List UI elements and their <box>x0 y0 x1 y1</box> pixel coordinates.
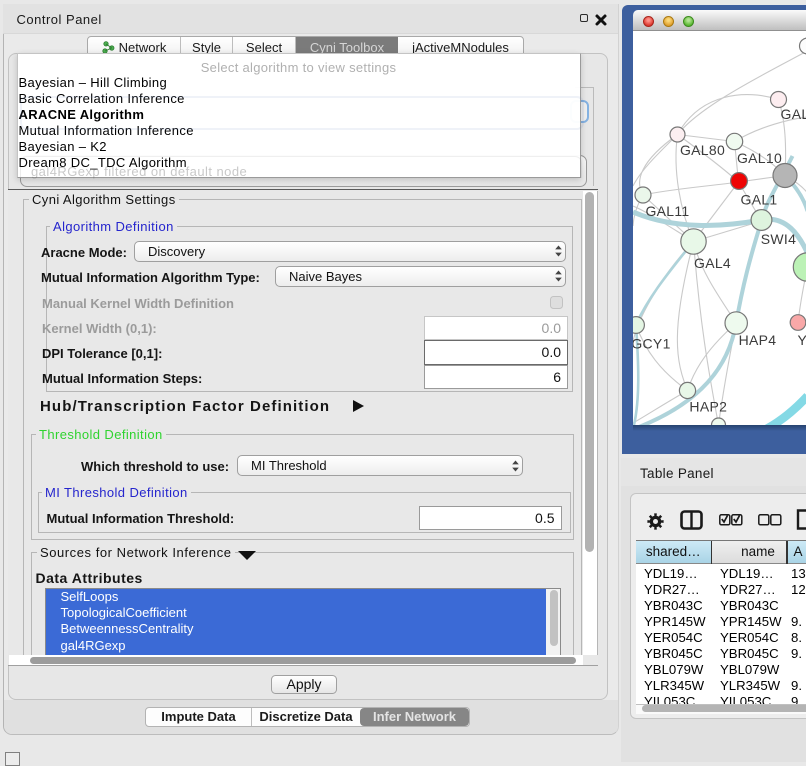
svg-text:GCY1: GCY1 <box>633 335 671 351</box>
svg-text:GAL2: GAL2 <box>780 106 806 122</box>
svg-text:SWI4: SWI4 <box>760 231 795 247</box>
svg-text:GAL11: GAL11 <box>645 203 689 219</box>
svg-text:GAL1: GAL1 <box>740 191 777 207</box>
svg-text:HAP4: HAP4 <box>738 332 776 348</box>
svg-text:HAP2: HAP2 <box>689 398 727 414</box>
svg-text:GAL4: GAL4 <box>694 255 731 271</box>
svg-text:GAL10: GAL10 <box>736 150 781 166</box>
svg-text:GAL80: GAL80 <box>679 142 724 158</box>
svg-text:Y: Y <box>797 332 806 348</box>
